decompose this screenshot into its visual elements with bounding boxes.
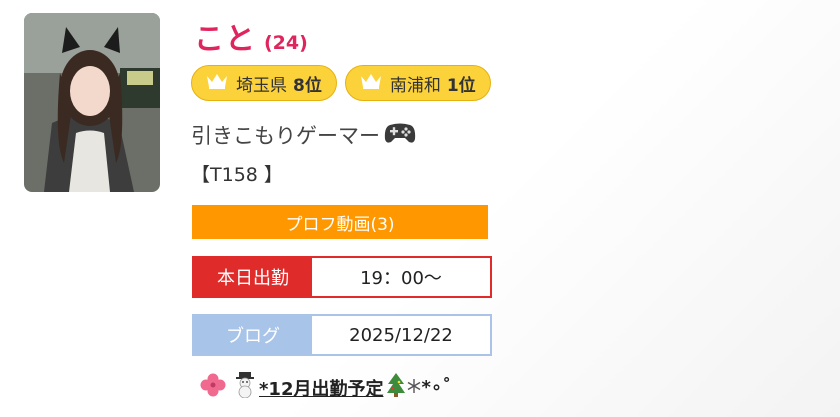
rank-area: 南浦和: [389, 75, 441, 96]
crown-icon: [360, 72, 382, 95]
snowman-icon: [233, 372, 257, 403]
today-work-label: 本日出勤: [194, 258, 312, 296]
rank-position: 1位: [446, 75, 476, 96]
crown-icon: [206, 72, 228, 95]
rank-badge-prefecture[interactable]: 埼玉県 8位: [191, 65, 337, 101]
clover-icon: [199, 372, 227, 403]
snowflake-icon: [407, 377, 421, 398]
name-row: こと (24): [194, 14, 308, 58]
christmas-tree-icon: [385, 372, 407, 403]
rank-area: 埼玉県: [236, 75, 287, 96]
cast-name: こと: [194, 22, 256, 57]
news-title[interactable]: *12月出勤予定: [259, 375, 383, 401]
cast-spec: 【T158 】: [191, 164, 283, 186]
rank-badge-area[interactable]: 南浦和 1位: [344, 65, 491, 101]
profile-video-button[interactable]: プロフ動画(3): [192, 205, 488, 239]
rank-badges: 埼玉県 8位 南浦和 1位: [191, 65, 491, 101]
catchphrase: 引きこもりゲーマー: [191, 120, 416, 150]
news-suffix: *∘˚: [421, 377, 452, 398]
profile-photo[interactable]: [24, 13, 160, 192]
today-work-time: 19：00〜: [360, 268, 442, 289]
blog-box[interactable]: ブログ 2025/12/22: [192, 314, 492, 356]
catchphrase-text: 引きこもりゲーマー: [191, 124, 380, 148]
blog-date: 2025/12/22: [349, 324, 453, 346]
gamepad-icon: [384, 121, 416, 150]
rank-position: 8位: [293, 75, 322, 96]
news-link[interactable]: *12月出勤予定 *∘˚: [199, 372, 451, 403]
today-work-box[interactable]: 本日出勤 19：00〜: [192, 256, 492, 298]
blog-label: ブログ: [194, 316, 312, 354]
cast-age: (24): [264, 32, 308, 54]
